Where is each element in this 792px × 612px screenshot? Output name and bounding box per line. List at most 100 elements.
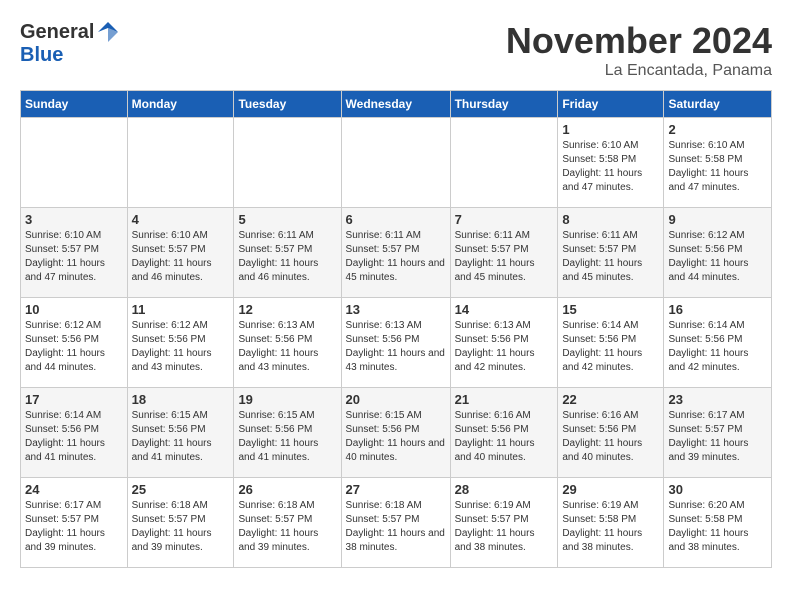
calendar-cell: 5Sunrise: 6:11 AM Sunset: 5:57 PM Daylig… — [234, 208, 341, 298]
day-number: 8 — [562, 212, 659, 227]
day-info: Sunrise: 6:19 AM Sunset: 5:57 PM Dayligh… — [455, 499, 554, 555]
calendar-cell: 2 Sunrise: 6:10 AM Sunset: 5:58 PM Daylig… — [664, 118, 772, 208]
day-info: Sunrise: 6:20 AM Sunset: 5:58 PM Dayligh… — [668, 499, 767, 555]
calendar-cell — [341, 118, 450, 208]
calendar-table: SundayMondayTuesdayWednesdayThursdayFrid… — [20, 90, 772, 568]
day-number: 16 — [668, 302, 767, 317]
calendar-cell: 27 Sunrise: 6:18 AM Sunset: 5:57 PM Dayli… — [341, 478, 450, 568]
calendar-cell: 11 Sunrise: 6:12 AM Sunset: 5:56 PM Dayli… — [127, 298, 234, 388]
day-number: 18 — [132, 392, 230, 407]
calendar-cell: 17 Sunrise: 6:14 AM Sunset: 5:56 PM Dayli… — [21, 388, 128, 478]
calendar-day-header: Thursday — [450, 91, 558, 118]
calendar-cell: 24 Sunrise: 6:17 AM Sunset: 5:57 PM Dayli… — [21, 478, 128, 568]
calendar-week-row: 3 Sunrise: 6:10 AM Sunset: 5:57 PM Daylig… — [21, 208, 772, 298]
calendar-cell: 6Sunrise: 6:11 AM Sunset: 5:57 PM Daylig… — [341, 208, 450, 298]
calendar-week-row: 24 Sunrise: 6:17 AM Sunset: 5:57 PM Dayli… — [21, 478, 772, 568]
calendar-cell: 16Sunrise: 6:14 AM Sunset: 5:56 PM Dayli… — [664, 298, 772, 388]
calendar-cell: 15 Sunrise: 6:14 AM Sunset: 5:56 PM Dayli… — [558, 298, 664, 388]
calendar-cell: 13 Sunrise: 6:13 AM Sunset: 5:56 PM Dayli… — [341, 298, 450, 388]
day-info: Sunrise: 6:18 AM Sunset: 5:57 PM Dayligh… — [132, 499, 230, 555]
day-info: Sunrise: 6:18 AM Sunset: 5:57 PM Dayligh… — [346, 499, 446, 555]
calendar-cell: 18 Sunrise: 6:15 AM Sunset: 5:56 PM Dayli… — [127, 388, 234, 478]
day-info: Sunrise: 6:15 AM Sunset: 5:56 PM Dayligh… — [346, 409, 446, 465]
day-number: 27 — [346, 482, 446, 497]
day-number: 19 — [238, 392, 336, 407]
month-title: November 2024 — [506, 20, 772, 62]
calendar-cell: 21Sunrise: 6:16 AM Sunset: 5:56 PM Dayli… — [450, 388, 558, 478]
day-info: Sunrise: 6:16 AM Sunset: 5:56 PM Dayligh… — [562, 409, 659, 465]
day-number: 23 — [668, 392, 767, 407]
day-number: 26 — [238, 482, 336, 497]
logo-icon — [96, 20, 120, 44]
day-number: 15 — [562, 302, 659, 317]
day-number: 4 — [132, 212, 230, 227]
calendar-cell: 3Sunrise: 6:10 AM Sunset: 5:57 PM Daylig… — [21, 208, 128, 298]
day-info: Sunrise: 6:10 AM Sunset: 5:58 PM Dayligh… — [562, 139, 659, 195]
day-number: 28 — [455, 482, 554, 497]
day-number: 22 — [562, 392, 659, 407]
calendar-cell — [450, 118, 558, 208]
calendar-day-header: Wednesday — [341, 91, 450, 118]
day-number: 21 — [455, 392, 554, 407]
day-number: 13 — [346, 302, 446, 317]
day-number: 11 — [132, 302, 230, 317]
calendar-cell: 9 Sunrise: 6:12 AM Sunset: 5:56 PM Daylig… — [664, 208, 772, 298]
day-number: 12 — [238, 302, 336, 317]
day-number: 14 — [455, 302, 554, 317]
calendar-week-row: 1 Sunrise: 6:10 AM Sunset: 5:58 PM Daylig… — [21, 118, 772, 208]
day-number: 29 — [562, 482, 659, 497]
day-number: 7 — [455, 212, 554, 227]
day-info: Sunrise: 6:13 AM Sunset: 5:56 PM Dayligh… — [238, 319, 336, 375]
day-number: 25 — [132, 482, 230, 497]
location-text: La Encantada, Panama — [506, 62, 772, 80]
calendar-cell: 10 Sunrise: 6:12 AM Sunset: 5:56 PM Dayli… — [21, 298, 128, 388]
logo-general-text: General — [20, 21, 94, 44]
day-number: 9 — [668, 212, 767, 227]
calendar-cell: 30 Sunrise: 6:20 AM Sunset: 5:58 PM Dayli… — [664, 478, 772, 568]
day-info: Sunrise: 6:14 AM Sunset: 5:56 PM Dayligh… — [562, 319, 659, 375]
day-info: Sunrise: 6:14 AM Sunset: 5:56 PM Dayligh… — [25, 409, 123, 465]
day-number: 2 — [668, 122, 767, 137]
day-info: Sunrise: 6:11 AM Sunset: 5:57 PM Dayligh… — [238, 229, 336, 285]
calendar-cell: 19 Sunrise: 6:15 AM Sunset: 5:56 PM Dayli… — [234, 388, 341, 478]
calendar-cell: 28 Sunrise: 6:19 AM Sunset: 5:57 PM Dayli… — [450, 478, 558, 568]
day-info: Sunrise: 6:12 AM Sunset: 5:56 PM Dayligh… — [25, 319, 123, 375]
calendar-cell — [21, 118, 128, 208]
calendar-day-header: Sunday — [21, 91, 128, 118]
calendar-day-header: Tuesday — [234, 91, 341, 118]
day-info: Sunrise: 6:10 AM Sunset: 5:58 PM Dayligh… — [668, 139, 767, 195]
day-info: Sunrise: 6:10 AM Sunset: 5:57 PM Dayligh… — [132, 229, 230, 285]
calendar-cell: 8 Sunrise: 6:11 AM Sunset: 5:57 PM Daylig… — [558, 208, 664, 298]
day-info: Sunrise: 6:12 AM Sunset: 5:56 PM Dayligh… — [132, 319, 230, 375]
day-number: 20 — [346, 392, 446, 407]
day-info: Sunrise: 6:15 AM Sunset: 5:56 PM Dayligh… — [132, 409, 230, 465]
calendar-cell: 25 Sunrise: 6:18 AM Sunset: 5:57 PM Dayli… — [127, 478, 234, 568]
day-number: 30 — [668, 482, 767, 497]
logo-blue-text: Blue — [20, 44, 63, 67]
day-info: Sunrise: 6:18 AM Sunset: 5:57 PM Dayligh… — [238, 499, 336, 555]
day-number: 24 — [25, 482, 123, 497]
day-info: Sunrise: 6:13 AM Sunset: 5:56 PM Dayligh… — [346, 319, 446, 375]
day-number: 1 — [562, 122, 659, 137]
calendar-cell: 20 Sunrise: 6:15 AM Sunset: 5:56 PM Dayli… — [341, 388, 450, 478]
day-info: Sunrise: 6:11 AM Sunset: 5:57 PM Dayligh… — [562, 229, 659, 285]
day-info: Sunrise: 6:17 AM Sunset: 5:57 PM Dayligh… — [25, 499, 123, 555]
day-number: 17 — [25, 392, 123, 407]
calendar-week-row: 10 Sunrise: 6:12 AM Sunset: 5:56 PM Dayli… — [21, 298, 772, 388]
day-info: Sunrise: 6:19 AM Sunset: 5:58 PM Dayligh… — [562, 499, 659, 555]
calendar-cell: 12 Sunrise: 6:13 AM Sunset: 5:56 PM Dayli… — [234, 298, 341, 388]
calendar-day-header: Saturday — [664, 91, 772, 118]
calendar-cell: 29 Sunrise: 6:19 AM Sunset: 5:58 PM Dayli… — [558, 478, 664, 568]
calendar-cell: 22 Sunrise: 6:16 AM Sunset: 5:56 PM Dayli… — [558, 388, 664, 478]
day-number: 10 — [25, 302, 123, 317]
calendar-cell: 23 Sunrise: 6:17 AM Sunset: 5:57 PM Dayli… — [664, 388, 772, 478]
day-number: 3 — [25, 212, 123, 227]
calendar-header-row: SundayMondayTuesdayWednesdayThursdayFrid… — [21, 91, 772, 118]
day-info: Sunrise: 6:12 AM Sunset: 5:56 PM Dayligh… — [668, 229, 767, 285]
calendar-cell: 7Sunrise: 6:11 AM Sunset: 5:57 PM Daylig… — [450, 208, 558, 298]
page-header: General Blue November 2024 La Encantada,… — [20, 20, 772, 80]
day-info: Sunrise: 6:17 AM Sunset: 5:57 PM Dayligh… — [668, 409, 767, 465]
calendar-week-row: 17 Sunrise: 6:14 AM Sunset: 5:56 PM Dayli… — [21, 388, 772, 478]
day-info: Sunrise: 6:15 AM Sunset: 5:56 PM Dayligh… — [238, 409, 336, 465]
logo: General Blue — [20, 20, 120, 67]
